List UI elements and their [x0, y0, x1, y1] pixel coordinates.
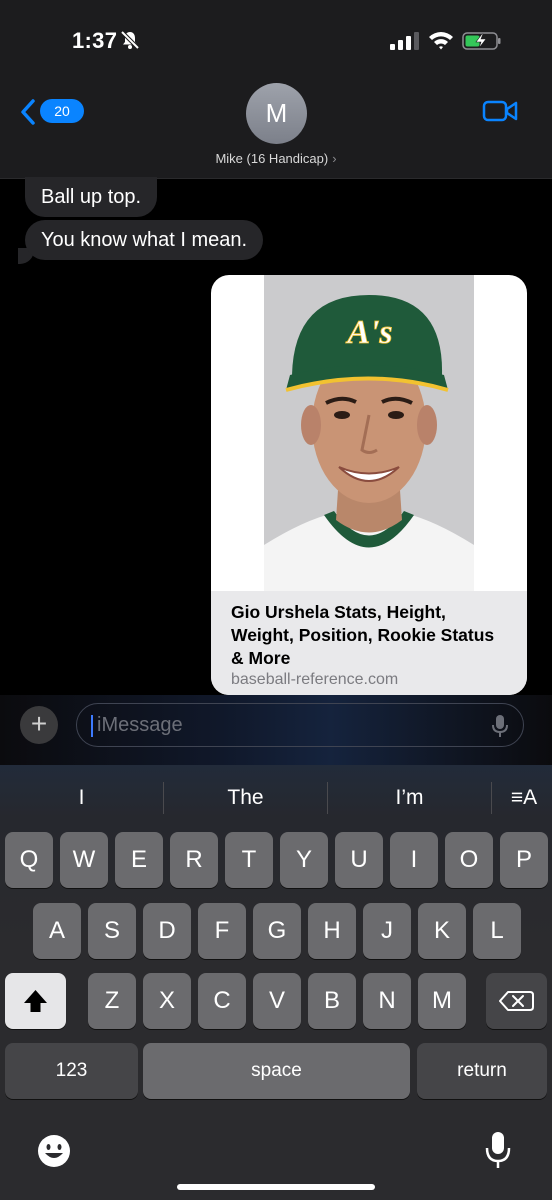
message-composer: + iMessage	[0, 695, 552, 765]
delete-icon	[499, 991, 534, 1011]
text-format-button[interactable]: ≡A	[496, 783, 552, 813]
key-f[interactable]: F	[198, 903, 246, 959]
link-preview-footer: Gio Urshela Stats, Height, Weight, Posit…	[211, 591, 527, 695]
key-i[interactable]: I	[390, 832, 438, 888]
key-x[interactable]: X	[143, 973, 191, 1029]
contact-name: Mike (16 Handicap)	[215, 151, 329, 166]
key-w[interactable]: W	[60, 832, 108, 888]
key-n[interactable]: N	[363, 973, 411, 1029]
key-z[interactable]: Z	[88, 973, 136, 1029]
key-k[interactable]: K	[418, 903, 466, 959]
silent-bell-icon	[120, 30, 140, 50]
key-j[interactable]: J	[363, 903, 411, 959]
incoming-message-bubble[interactable]: Ball up top.	[25, 177, 158, 217]
key-r[interactable]: R	[170, 832, 218, 888]
key-y[interactable]: Y	[280, 832, 328, 888]
suggestion-item[interactable]: The	[164, 783, 327, 813]
key-t[interactable]: T	[225, 832, 273, 888]
message-placeholder: iMessage	[97, 714, 183, 736]
suggestion-item[interactable]: I	[0, 783, 163, 813]
key-u[interactable]: U	[335, 832, 383, 888]
key-g[interactable]: G	[253, 903, 301, 959]
dictation-icon[interactable]	[484, 1130, 512, 1170]
key-e[interactable]: E	[115, 832, 163, 888]
key-c[interactable]: C	[198, 973, 246, 1029]
home-indicator	[177, 1184, 375, 1190]
key-l[interactable]: L	[473, 903, 521, 959]
link-title: Gio Urshela Stats, Height, Weight, Posit…	[231, 602, 495, 668]
text-caret	[91, 715, 93, 737]
space-key[interactable]: space	[143, 1043, 410, 1099]
wifi-icon	[429, 32, 453, 50]
cap-logo: A's	[345, 314, 392, 351]
key-s[interactable]: S	[88, 903, 136, 959]
key-m[interactable]: M	[418, 973, 466, 1029]
cellular-signal-icon	[390, 32, 419, 50]
chevron-left-icon	[21, 99, 35, 125]
back-button[interactable]: 20	[18, 96, 98, 128]
key-v[interactable]: V	[253, 973, 301, 1029]
status-time: 1:37	[72, 28, 118, 53]
plus-button[interactable]: +	[20, 706, 58, 744]
key-q[interactable]: Q	[5, 832, 53, 888]
delete-key[interactable]	[486, 973, 547, 1029]
shift-arrow-icon	[24, 990, 47, 1012]
message-input[interactable]: iMessage	[76, 703, 524, 747]
key-d[interactable]: D	[143, 903, 191, 959]
unread-count-badge: 20	[40, 99, 84, 123]
key-h[interactable]: H	[308, 903, 356, 959]
chevron-right-icon: ›	[332, 151, 337, 166]
emoji-icon[interactable]	[36, 1133, 72, 1169]
link-domain: baseball-reference.com	[231, 671, 399, 688]
key-p[interactable]: P	[500, 832, 548, 888]
contact-avatar[interactable]: M	[246, 83, 307, 144]
key-o[interactable]: O	[445, 832, 493, 888]
video-call-icon[interactable]	[482, 99, 518, 123]
return-key[interactable]: return	[417, 1043, 547, 1099]
key-a[interactable]: A	[33, 903, 81, 959]
suggestion-divider	[491, 782, 492, 814]
incoming-message-bubble[interactable]: You know what I mean.	[25, 220, 264, 260]
player-photo: A's	[264, 275, 474, 591]
contact-name-link[interactable]: Mike (16 Handicap) ›	[0, 151, 552, 166]
shift-key[interactable]	[5, 973, 66, 1029]
dictation-mic-icon[interactable]	[491, 714, 509, 738]
battery-charging-icon	[462, 32, 501, 50]
key-b[interactable]: B	[308, 973, 356, 1029]
numbers-key[interactable]: 123	[5, 1043, 138, 1099]
suggestion-item[interactable]: I’m	[328, 783, 491, 813]
link-preview-card[interactable]: A's Gio Urshela Stats, Height, Weight, P…	[211, 275, 527, 695]
conversation-header: 1:37 20 M Mike (16 Handicap) ›	[0, 0, 552, 179]
